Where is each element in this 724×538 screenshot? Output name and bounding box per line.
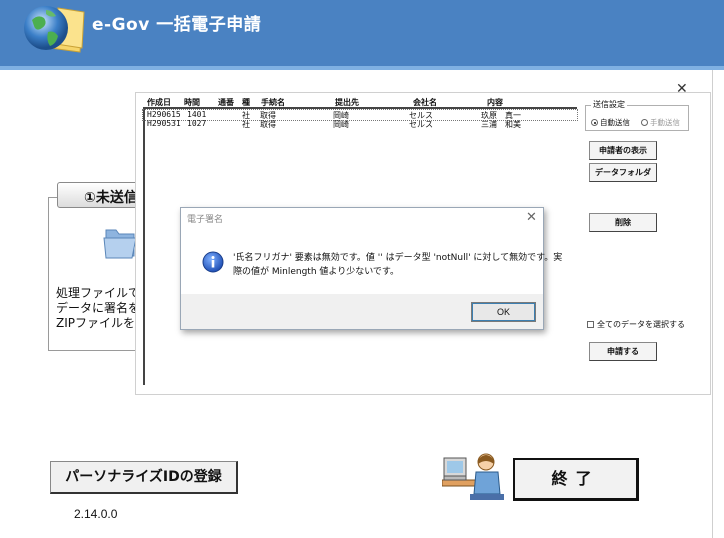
ok-button[interactable]: OK (471, 302, 536, 322)
send-settings-title: 送信設定 (591, 99, 627, 110)
data-folder-button[interactable]: データフォルダ (589, 163, 657, 182)
list-row[interactable]: H290531 1027 社 取得 岡崎 セルス 三浦 和美 (143, 119, 577, 129)
column-header-company: 会社名 (413, 98, 437, 107)
cell-date: H290615 (147, 110, 181, 119)
select-all-label: 全てのデータを選択する (597, 320, 685, 329)
tab-untransmitted[interactable]: ①未送信 (57, 182, 147, 208)
personalize-id-register-button[interactable]: パーソナライズIDの登録 (50, 461, 238, 494)
column-header-time: 時間 (184, 98, 200, 107)
auto-send-radio[interactable]: 自動送信 (591, 117, 630, 128)
column-header-destination: 提出先 (335, 98, 359, 107)
column-header-type: 種 (242, 98, 250, 107)
manual-send-radio[interactable]: 手動送信 (641, 117, 680, 128)
cell-date: H290531 (147, 119, 181, 128)
column-header-serial: 通番 (218, 98, 234, 107)
version-label: 2.14.0.0 (74, 507, 118, 521)
cell-destination: 岡崎 (333, 120, 349, 129)
auto-send-label: 自動送信 (600, 118, 630, 127)
exit-button[interactable]: 終了 (513, 458, 639, 501)
header-divider (0, 66, 724, 70)
dialog-message-line: 際の値が Minlength 値より少ないです。 (233, 267, 400, 277)
column-header-procedure: 手続名 (261, 98, 285, 107)
globe-folder-logo-icon (24, 6, 85, 53)
description-line: ZIPファイルを作 (56, 316, 146, 330)
info-icon (202, 251, 224, 273)
dialog-close-icon[interactable]: ✕ (526, 209, 537, 225)
show-applicant-button[interactable]: 申請者の表示 (589, 141, 657, 160)
column-header-date: 作成日 (147, 98, 171, 107)
checkbox-icon (587, 321, 594, 328)
folder-icon (103, 229, 137, 259)
delete-button[interactable]: 削除 (589, 213, 657, 232)
app-title: e-Gov 一括電子申請 (92, 15, 262, 35)
description-line: 処理ファイルで作 (56, 286, 146, 300)
column-header-content: 内容 (487, 98, 503, 107)
window-edge (712, 70, 713, 538)
radio-dot-icon (591, 119, 598, 126)
radio-dot-icon (641, 119, 648, 126)
cell-type: 社 (242, 120, 250, 129)
person-at-computer-icon (442, 453, 504, 500)
cell-time: 1027 (187, 119, 207, 128)
manual-send-label: 手動送信 (650, 118, 680, 127)
select-all-checkbox[interactable]: 全てのデータを選択する (587, 319, 685, 330)
dialog-message-line: '氏名フリガナ' 要素は無効です。値 '' はデータ型 'notNull' に対… (233, 253, 563, 263)
cell-content: 三浦 和美 (481, 120, 521, 129)
cell-company: セルス (409, 120, 433, 129)
cell-procedure: 取得 (260, 120, 276, 129)
dialog-title: 電子署名 (187, 214, 224, 224)
description-line: データに署名を (56, 301, 141, 315)
cell-time: 1401 (187, 110, 207, 119)
apply-button[interactable]: 申請する (589, 342, 657, 361)
panel-description: 処理ファイルで作 データに署名を ZIPファイルを作 (56, 286, 146, 331)
